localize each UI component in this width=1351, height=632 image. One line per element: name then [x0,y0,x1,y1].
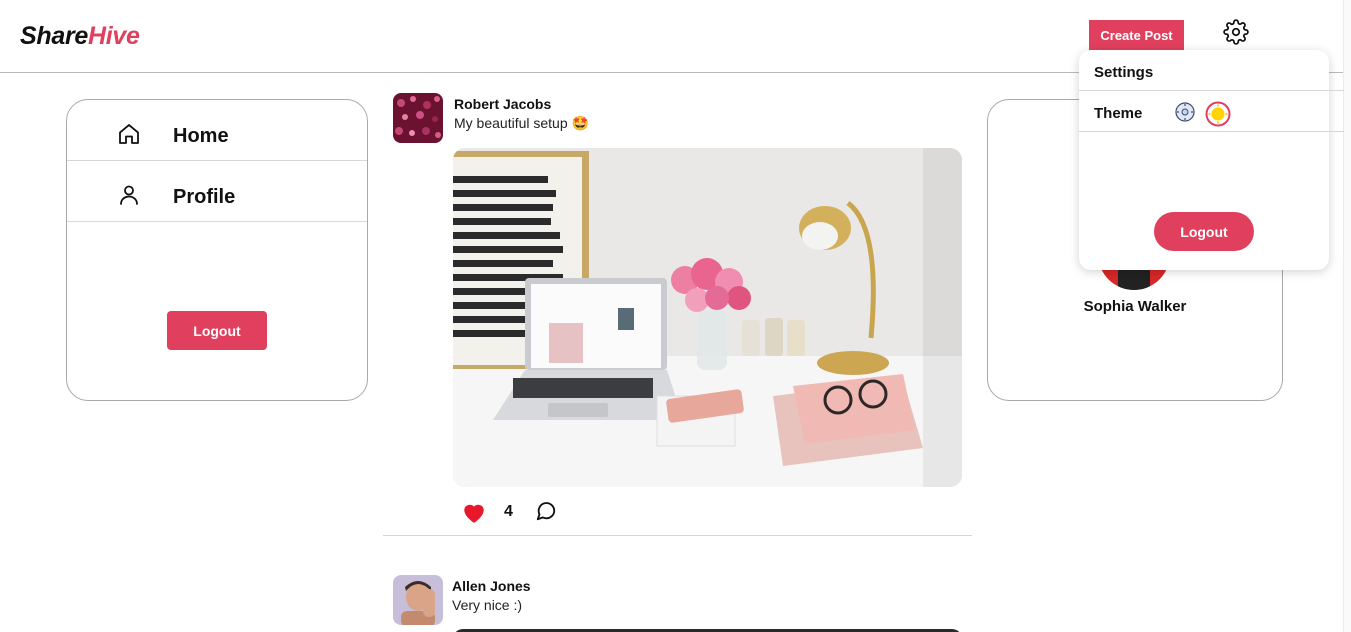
comment-icon[interactable] [535,500,557,522]
post-card: Allen Jones Very nice :) [383,575,972,632]
post-divider [383,535,972,536]
post-image[interactable] [453,148,962,487]
post-actions: 4 [461,500,581,528]
heart-icon[interactable] [461,500,487,524]
left-sidebar: Home Profile Logout [66,99,368,401]
app-logo[interactable]: ShareHive [20,22,140,51]
sidebar-logout-button[interactable]: Logout [167,311,267,350]
theme-label: Theme [1094,105,1143,122]
sidebar-item-label: Home [173,125,229,147]
dropdown-logout-button[interactable]: Logout [1154,212,1254,251]
sidebar-item-profile[interactable]: Profile [67,161,367,222]
post-username[interactable]: Allen Jones [452,578,531,594]
logo-text-share: Share [20,22,88,50]
light-theme-icon[interactable] [1205,101,1231,127]
divider [1079,90,1344,91]
dark-theme-icon[interactable] [1174,101,1196,123]
avatar[interactable] [393,575,443,625]
create-post-button[interactable]: Create Post [1089,20,1184,51]
gear-icon[interactable] [1223,19,1249,45]
settings-dropdown: Settings Theme Logout [1079,50,1344,270]
sidebar-item-home[interactable]: Home [67,100,367,161]
logo-text-hive: Hive [87,22,140,50]
settings-title: Settings [1094,64,1154,81]
scrollbar[interactable] [1343,0,1351,632]
post-caption: My beautiful setup 🤩 [454,115,589,131]
home-icon [119,124,139,144]
divider [1079,131,1344,132]
sidebar-item-label: Profile [173,186,236,208]
profile-name[interactable]: Sophia Walker [988,298,1282,315]
like-count: 4 [504,503,513,520]
avatar[interactable] [393,93,443,143]
user-icon [120,185,138,205]
post-username[interactable]: Robert Jacobs [454,96,551,112]
post-card: Robert Jacobs My beautiful setup 🤩 4 [383,93,972,536]
post-caption: Very nice :) [452,597,523,613]
